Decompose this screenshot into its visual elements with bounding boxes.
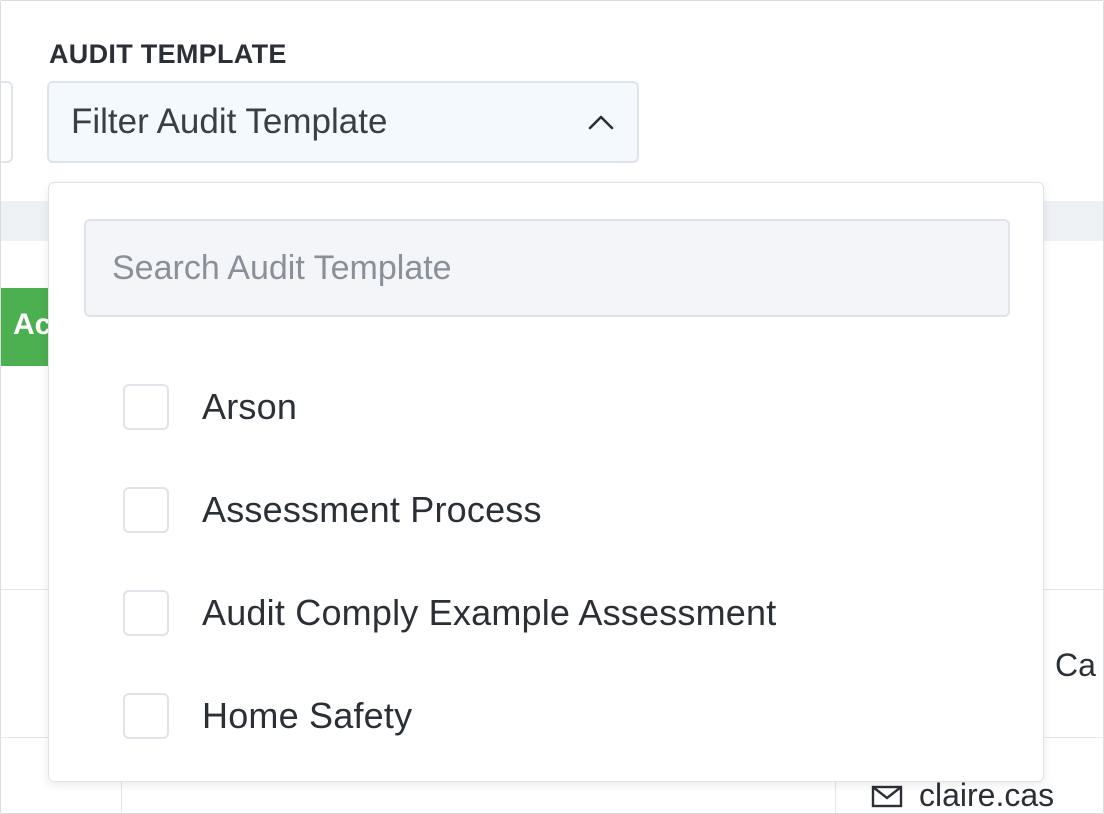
- audit-template-select[interactable]: Filter Audit Template: [47, 81, 639, 163]
- table-cell-name: Ca: [1055, 647, 1096, 683]
- option-home-safety[interactable]: Home Safety: [123, 664, 776, 767]
- option-audit-comply-example-assessment[interactable]: Audit Comply Example Assessment: [123, 561, 776, 664]
- checkbox[interactable]: [123, 692, 169, 739]
- option-label: Home Safety: [202, 694, 413, 736]
- option-label: Assessment Process: [202, 488, 542, 530]
- option-label: Arson: [202, 385, 298, 427]
- background-add-button[interactable]: Ac: [1, 288, 51, 366]
- chevron-up-icon: [588, 115, 614, 130]
- audit-template-label: AUDIT TEMPLATE: [49, 39, 287, 69]
- search-audit-template-input[interactable]: [84, 219, 1010, 317]
- email-text[interactable]: claire.cas: [919, 777, 1054, 813]
- checkbox[interactable]: [123, 589, 169, 636]
- option-arson[interactable]: Arson: [123, 355, 776, 458]
- option-label: Audit Comply Example Assessment: [202, 591, 777, 633]
- checkbox[interactable]: [123, 486, 169, 533]
- option-assessment-process[interactable]: Assessment Process: [123, 458, 776, 561]
- audit-template-select-value: Filter Audit Template: [71, 102, 388, 141]
- audit-template-dropdown: Arson Assessment Process Audit Comply Ex…: [48, 182, 1044, 782]
- background-add-button-label: Ac: [13, 308, 52, 341]
- audit-template-options: Arson Assessment Process Audit Comply Ex…: [123, 355, 776, 767]
- page-frame: Ac Ca claire.cas AUDIT TEMPLATE Filter A…: [0, 0, 1104, 814]
- checkbox[interactable]: [123, 383, 169, 430]
- background-filter-field[interactable]: [1, 81, 13, 163]
- mail-icon: [871, 785, 903, 807]
- table-cell-email: claire.cas: [871, 777, 1054, 813]
